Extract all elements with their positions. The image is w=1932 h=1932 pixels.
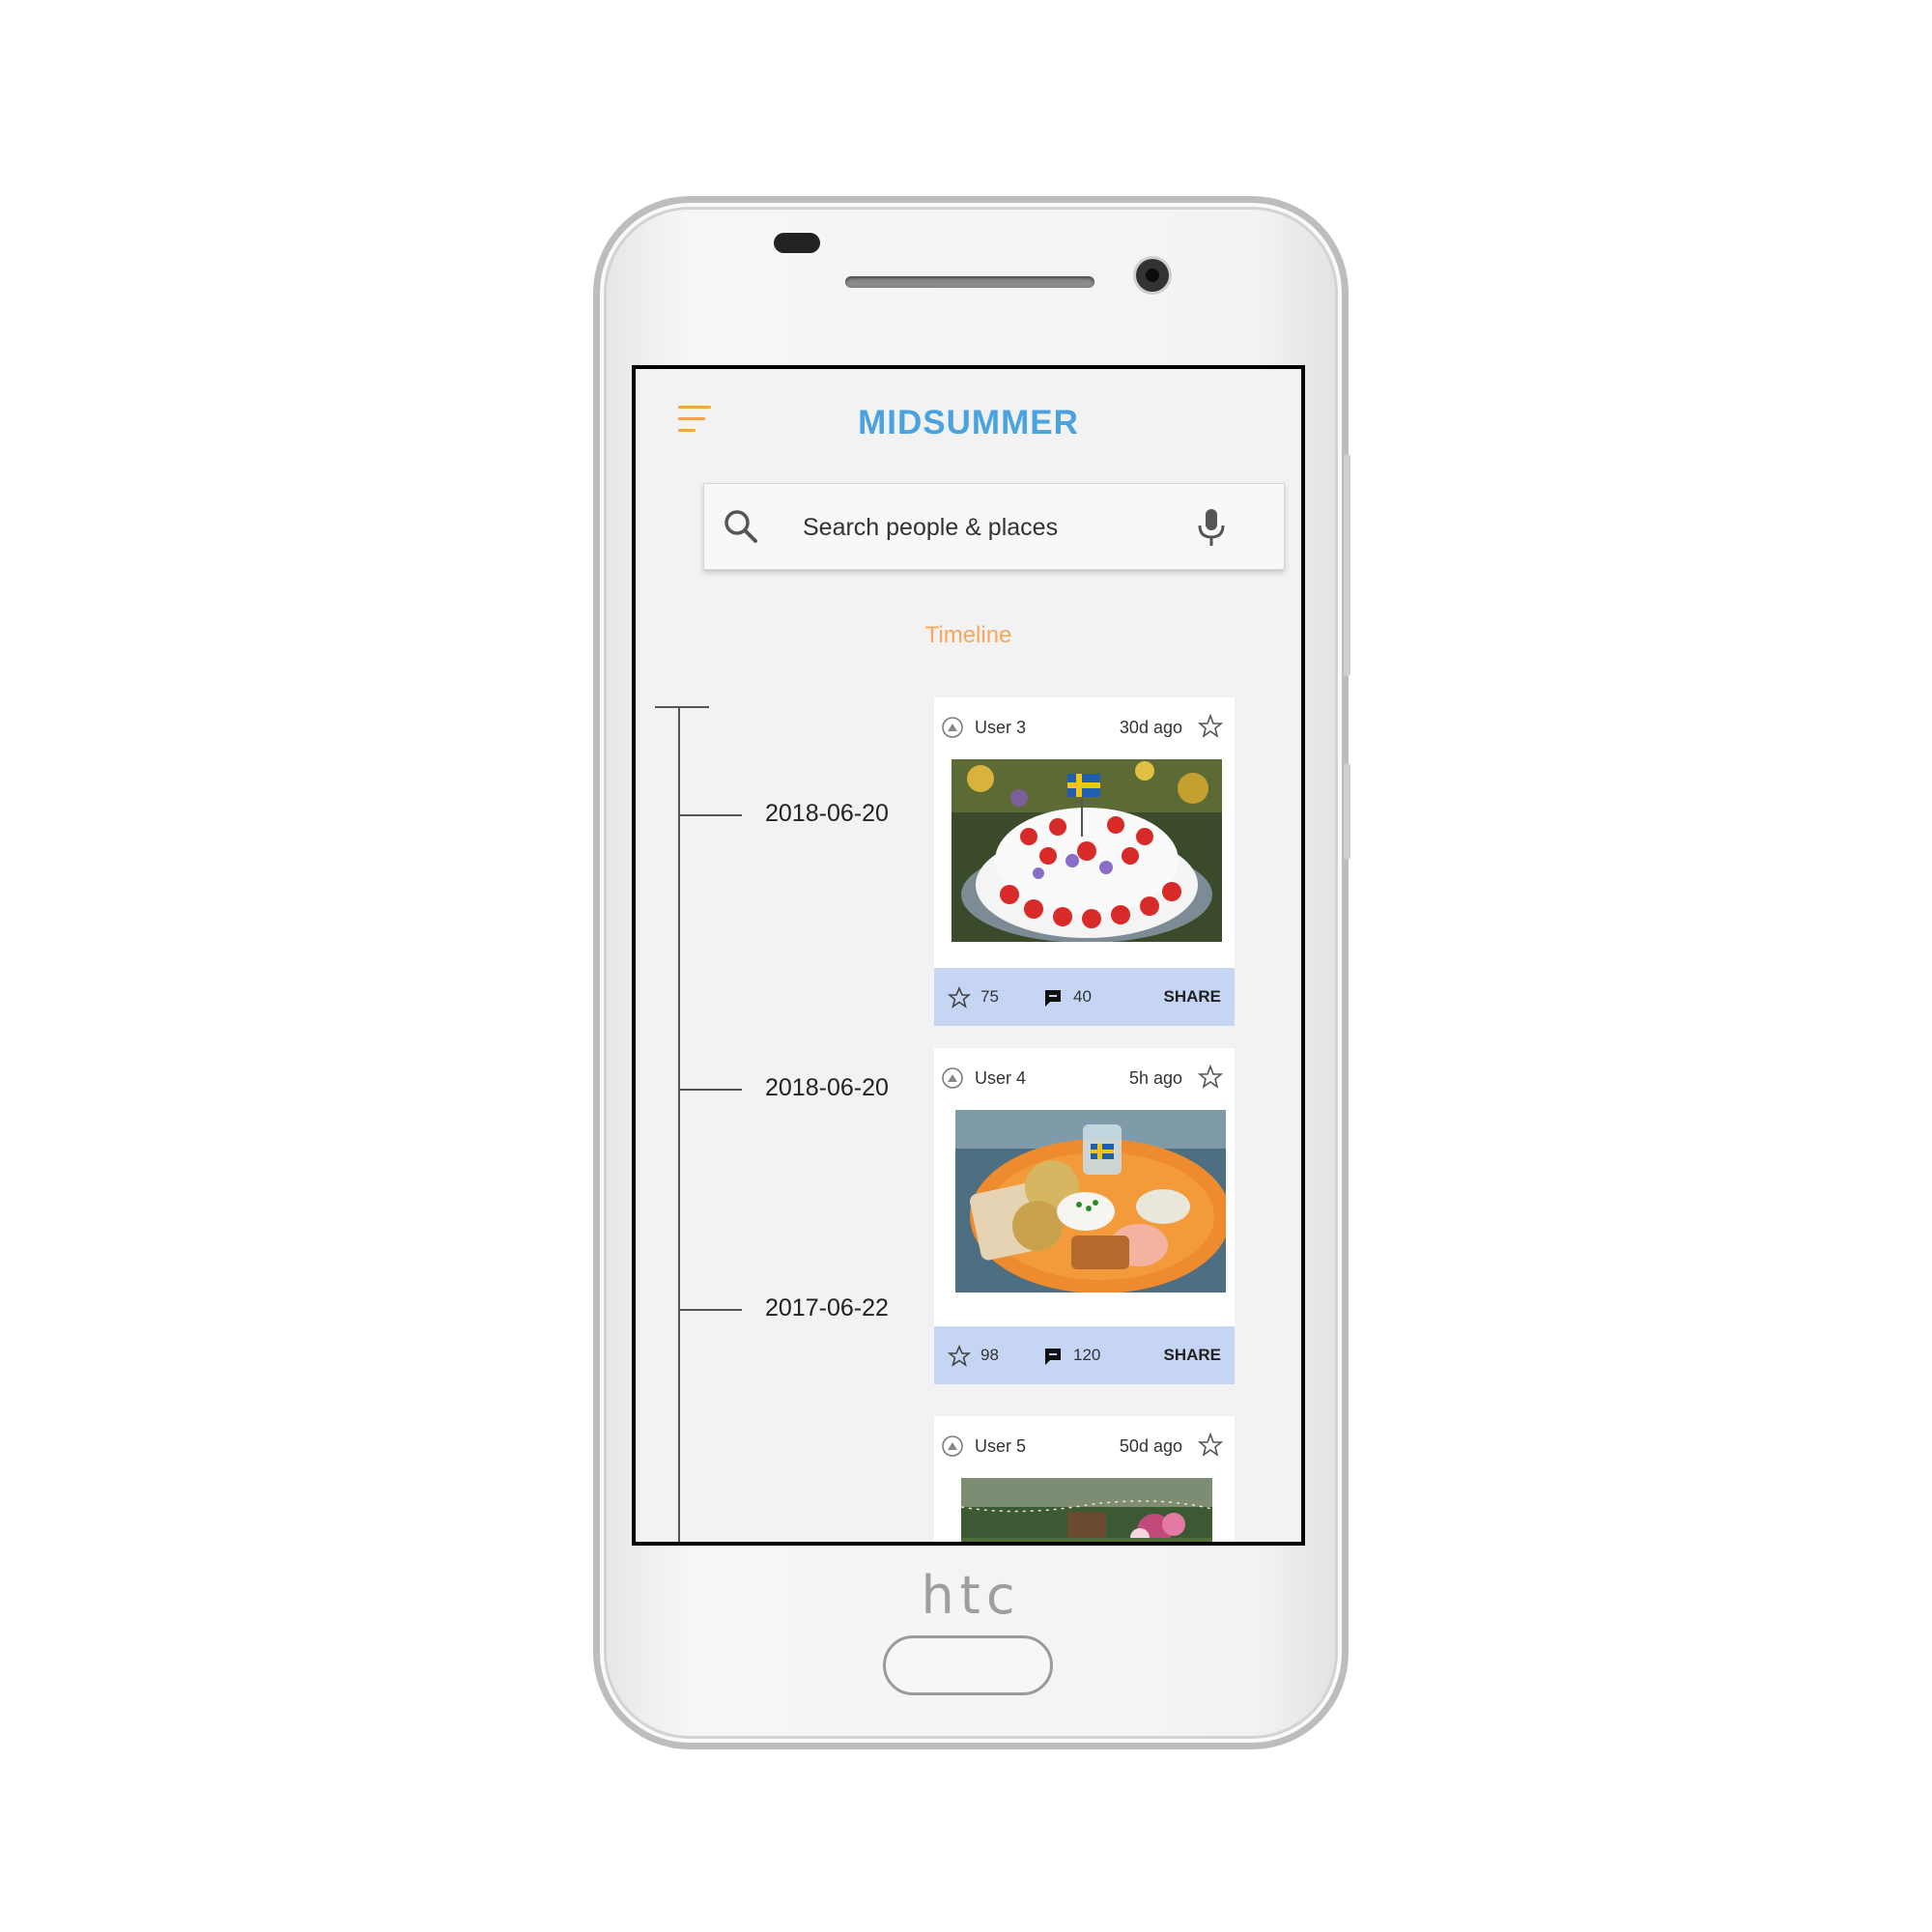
search-input[interactable] [801,484,1172,571]
post-user-name[interactable]: User 4 [975,1068,1026,1089]
comment-count: 120 [1073,1346,1101,1364]
post-actions: 98 120 SHARE [934,1326,1235,1384]
user-avatar-icon [942,1435,963,1457]
star-icon[interactable] [1198,1433,1223,1458]
post-photo-garden-party[interactable] [961,1478,1212,1546]
star-icon[interactable] [948,986,971,1009]
post-card[interactable]: User 3 30d ago 75 40 SHARE [934,697,1235,1026]
share-button[interactable]: SHARE [1163,987,1221,1007]
post-card[interactable]: User 5 50d ago [934,1416,1235,1546]
post-photo-strawberry-cake[interactable] [952,759,1222,942]
user-avatar-icon [942,717,963,738]
post-time-ago: 30d ago [1119,718,1182,737]
timeline-heading: Timeline [924,622,1012,648]
like-count: 98 [980,1346,999,1364]
app-title: MIDSUMMER [858,404,1079,441]
post-header: User 4 5h ago [934,1048,1235,1108]
star-icon[interactable] [1198,1065,1223,1090]
search-icon[interactable] [722,507,760,546]
timeline-date: 2018-06-20 [765,1074,889,1101]
post-card[interactable]: User 4 5h ago 98 120 SHARE [934,1048,1235,1384]
post-header: User 3 30d ago [934,697,1235,757]
star-icon[interactable] [948,1345,971,1368]
star-icon[interactable] [1198,714,1223,739]
brand-logo: htc [921,1565,1021,1626]
timeline-tick [678,1309,742,1311]
post-user-name[interactable]: User 5 [975,1436,1026,1457]
post-time-ago: 50d ago [1119,1436,1182,1456]
volume-button [1344,454,1350,676]
like-count: 75 [980,987,999,1006]
comment-icon[interactable] [1042,987,1064,1009]
comment-count: 40 [1073,987,1092,1006]
search-bar[interactable] [703,483,1285,571]
app-screen: MIDSUMMER Timeline 2018-06-20 2018-06-20… [632,365,1305,1546]
proximity-sensor [774,233,820,253]
timeline-tick [678,814,742,816]
home-button[interactable] [883,1635,1053,1695]
timeline-date: 2017-06-22 [765,1294,889,1321]
share-button[interactable]: SHARE [1163,1346,1221,1365]
post-header: User 5 50d ago [934,1416,1235,1476]
timeline-start-cap [655,706,709,708]
timeline-tick [678,1089,742,1091]
post-user-name[interactable]: User 3 [975,718,1026,738]
post-time-ago: 5h ago [1128,1068,1182,1088]
post-photo-herring-plate[interactable] [955,1110,1226,1293]
comment-icon[interactable] [1042,1346,1064,1367]
power-button [1344,763,1350,860]
user-avatar-icon [942,1067,963,1089]
timeline-date: 2018-06-20 [765,800,889,827]
front-camera [1136,259,1169,292]
earpiece-speaker [845,276,1094,288]
microphone-icon[interactable] [1192,507,1231,548]
post-actions: 75 40 SHARE [934,968,1235,1026]
timeline-axis [678,706,680,1542]
